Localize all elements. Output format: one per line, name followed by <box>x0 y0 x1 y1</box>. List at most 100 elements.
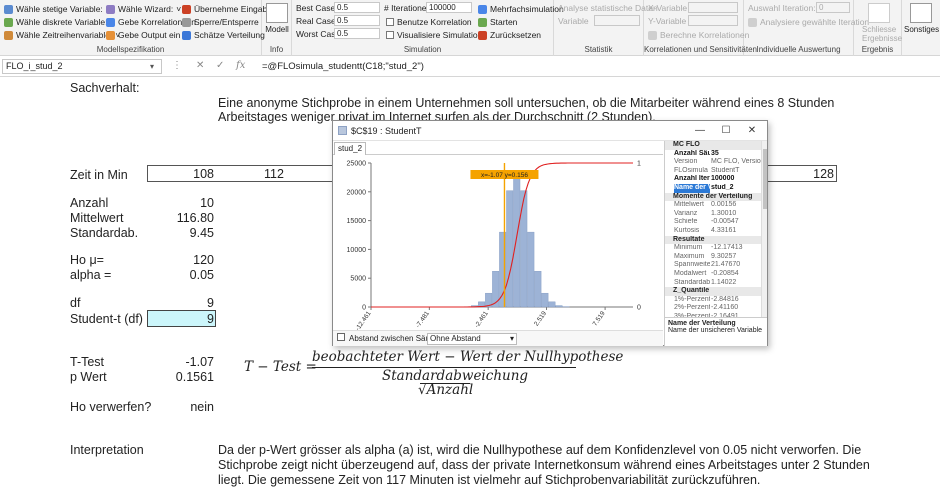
property-row[interactable]: Anzahl Iterati100000 <box>665 175 761 184</box>
iterationen-input[interactable]: 100000 <box>426 2 472 13</box>
property-row[interactable]: Anzahl Säule35 <box>665 150 761 159</box>
starten-button[interactable]: Starten <box>478 16 517 28</box>
formula-lhs: T − Test = <box>244 359 317 375</box>
abstand-select[interactable]: Ohne Abstand ▾ <box>427 333 517 345</box>
x-tick-label: 7.519 <box>592 310 607 328</box>
property-category[interactable]: Z_Quantile <box>665 287 761 296</box>
close-icon[interactable]: ✕ <box>741 124 763 138</box>
y2-tick-label: 1 <box>637 161 641 168</box>
chevron-down-icon[interactable]: ▾ <box>150 59 154 74</box>
label: Sperre/Entsperre <box>194 17 259 27</box>
interpretation-text: Da der p-Wert grösser als alpha (a) ist,… <box>218 443 862 457</box>
stetige-variable-menu[interactable]: Wähle stetige Variable:˅ <box>4 3 111 15</box>
standardab-value[interactable]: 9.45 <box>150 226 214 240</box>
berechne-korrelationen-button[interactable]: Berechne Korrelationen <box>648 29 749 41</box>
formula-bar: FLO_i_stud_2 ▾ ⋮ ✕ ✓ fx =@FLOsimula_stud… <box>0 56 940 77</box>
label: Wähle Zeitreihenvariable: <box>16 30 113 40</box>
visualisiere-checkbox[interactable]: Visualisiere Simulation <box>386 29 482 41</box>
zeit-value[interactable]: 112 <box>264 167 284 181</box>
property-row[interactable]: Varianz 1.30010 <box>665 210 761 219</box>
auswahl-iteration-input[interactable]: 0 <box>816 2 850 13</box>
auswahl-iteration-label: Auswahl Iteration: <box>748 3 816 13</box>
analysiere-iteration-button[interactable]: Analysiere gewählte Iteration <box>748 16 869 28</box>
calc-icon <box>648 30 657 40</box>
label: Visualisiere Simulation <box>397 30 483 40</box>
studentt-value[interactable]: 9 <box>150 312 214 326</box>
misc-icon <box>910 3 932 23</box>
maximize-icon[interactable]: ☐ <box>715 124 737 138</box>
property-row[interactable]: Maximum 9.30257 <box>665 253 761 262</box>
x-variable-select[interactable] <box>688 2 738 13</box>
property-row[interactable]: Spannweite 21.47670 <box>665 261 761 270</box>
property-row[interactable]: Name der Vestud_2 <box>665 184 761 193</box>
property-row[interactable]: 2%-Perzentil -2.41160 <box>665 304 761 313</box>
x-tick-label: -12.461 <box>354 310 373 330</box>
property-row[interactable]: Version MC FLO, Versio <box>665 158 761 167</box>
property-row[interactable]: Schiefe -0.00547 <box>665 218 761 227</box>
zeit-value[interactable]: 108 <box>150 167 214 181</box>
zeit-value[interactable]: 128 <box>770 167 834 181</box>
uebernehme-eingabe-button[interactable]: Übernehme Eingabe <box>182 3 272 15</box>
wizard-menu[interactable]: Wähle Wizard: ˅ <box>106 3 181 15</box>
property-category[interactable]: Resultate <box>665 235 761 245</box>
property-key: Kurtosis <box>674 227 700 234</box>
sachverhalt-label: Sachverhalt: <box>70 81 140 95</box>
property-category[interactable]: MC FLO <box>665 141 761 150</box>
sachverhalt-text: Eine anonyme Stichprobe in einem Unterne… <box>218 96 835 110</box>
benutze-korrelation-checkbox[interactable]: Benutze Korrelation <box>386 16 472 28</box>
scrollbar-thumb[interactable] <box>763 149 767 209</box>
property-key: Name der Ve <box>674 184 710 193</box>
property-row[interactable]: Standardabw1.14022 <box>665 279 761 288</box>
dialog-title: $C$19 : StudentT <box>351 126 422 136</box>
y-variable-select[interactable] <box>688 15 738 26</box>
schaetze-verteilung-button[interactable]: Schätze Verteilung <box>182 29 265 41</box>
property-row[interactable]: Minimum -12.17413 <box>665 244 761 253</box>
property-key: Anzahl Säule <box>674 149 710 157</box>
histogram-bar <box>534 271 542 308</box>
zuruecksetzen-button[interactable]: Zurücksetzen <box>478 29 541 41</box>
variable-select[interactable] <box>594 15 640 26</box>
ho-value[interactable]: 120 <box>150 253 214 267</box>
pwert-value[interactable]: 0.1561 <box>150 370 214 384</box>
property-row[interactable]: Kurtosis 4.33161 <box>665 227 761 236</box>
property-category[interactable]: Momente der Verteilung <box>665 192 761 202</box>
label: Sonstiges <box>904 25 940 34</box>
property-key: Version <box>674 158 698 166</box>
dialog-titlebar[interactable]: $C$19 : StudentT — ☐ ✕ <box>333 121 767 141</box>
minimize-icon[interactable]: — <box>689 124 711 138</box>
label: Wähle diskrete Variable: <box>16 17 108 27</box>
zeitreihen-variable-menu[interactable]: Wähle Zeitreihenvariable: ˅ <box>4 29 120 41</box>
tab-stud-2[interactable]: stud_2 <box>334 142 367 155</box>
name-box[interactable]: FLO_i_stud_2 <box>2 59 162 74</box>
worst-case-input[interactable]: 0.5 <box>334 28 380 39</box>
fx-icon[interactable]: fx <box>236 60 245 71</box>
label: Schliesse Ergebnisse <box>862 25 903 43</box>
formula-input[interactable]: =@FLOsimula_studentt(C18;"stud_2") <box>262 59 424 74</box>
diskrete-variable-menu[interactable]: Wähle diskrete Variable:˅ <box>4 16 115 28</box>
sperre-button[interactable]: Sperre/Entsperre <box>182 16 259 28</box>
property-scrollbar[interactable] <box>761 141 767 317</box>
real-case-input[interactable]: 0.5 <box>334 15 380 26</box>
sonstiges-button[interactable]: Sonstiges <box>904 3 940 43</box>
schliesse-ergebnisse-button[interactable]: Schliesse Ergebnisse <box>862 3 902 43</box>
anzahl-value[interactable]: 10 <box>150 196 214 210</box>
confirm-icon[interactable]: ✓ <box>216 60 224 71</box>
mittelwert-value[interactable]: 116.80 <box>150 211 214 225</box>
best-case-input[interactable]: 0.5 <box>334 2 380 13</box>
mehrfachsimulation-button[interactable]: Mehrfachsimulation <box>478 3 564 15</box>
grid-icon[interactable] <box>337 333 345 341</box>
property-grid: MC FLOAnzahl Säule35VersionMC FLO, Versi… <box>664 141 767 317</box>
verwerfen-value[interactable]: nein <box>150 400 214 414</box>
property-row[interactable]: Mittelwert 0.00156 <box>665 201 761 210</box>
cancel-icon[interactable]: ✕ <box>196 60 204 71</box>
ttest-value[interactable]: -1.07 <box>150 355 215 369</box>
output-button[interactable]: Gebe Output ein <box>106 29 180 41</box>
y-tick-label: 5000 <box>350 276 366 283</box>
alpha-value[interactable]: 0.05 <box>150 268 214 282</box>
modell-button[interactable]: Modell <box>262 3 292 43</box>
property-row[interactable]: FLOsimula StudentT <box>665 167 761 176</box>
verwerfen-label: Ho verwerfen? <box>70 400 152 414</box>
df-value[interactable]: 9 <box>150 296 214 310</box>
property-row[interactable]: 1%-Perzentil -2.84816 <box>665 296 761 305</box>
property-row[interactable]: Modalwert -0.20854 <box>665 270 761 279</box>
